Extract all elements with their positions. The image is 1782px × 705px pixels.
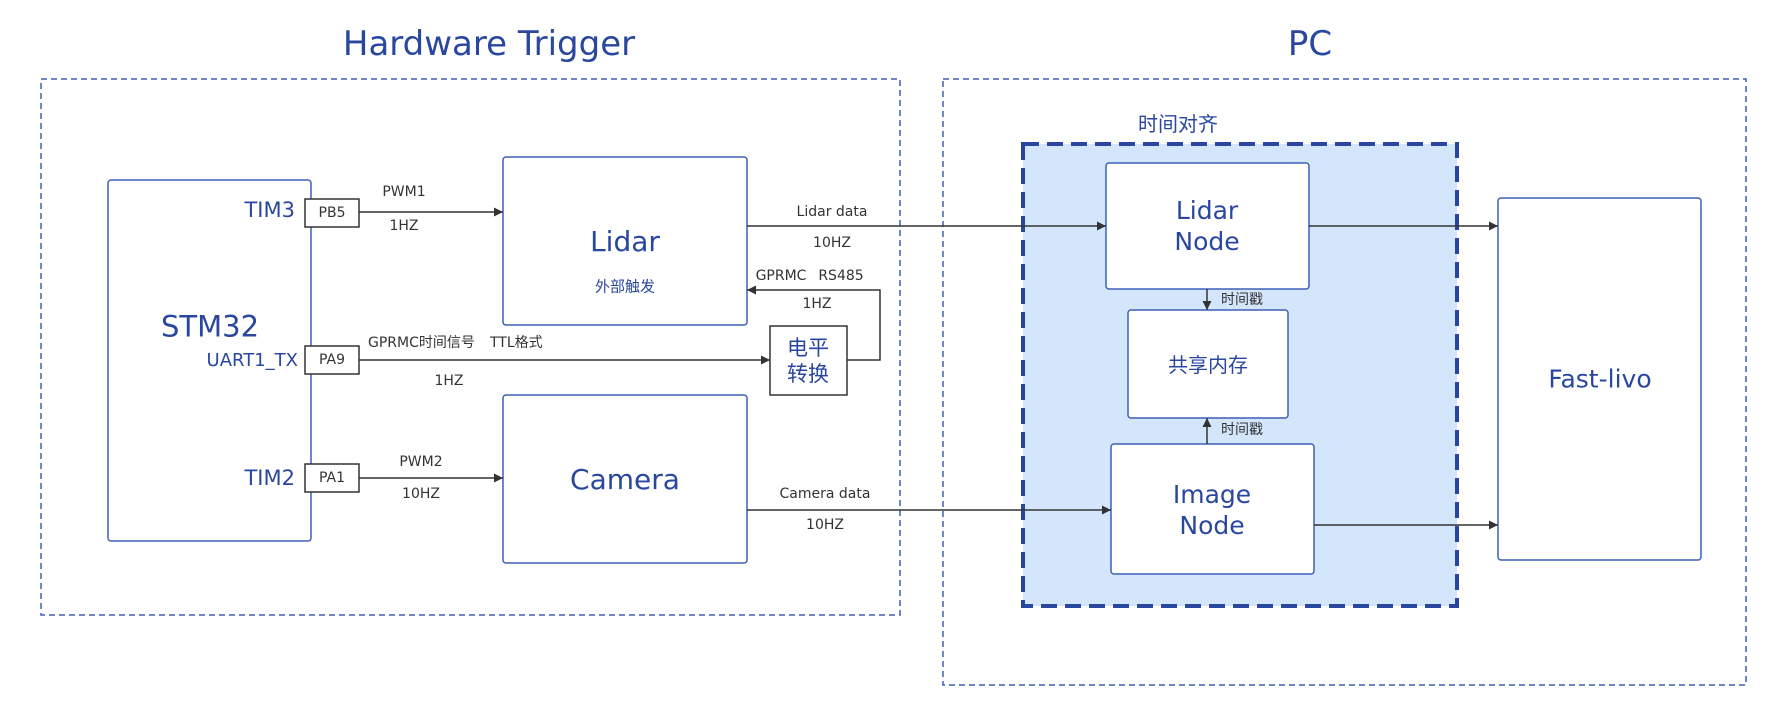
pc-title: PC [1287, 24, 1333, 64]
level-shift-line2: 转换 [787, 362, 829, 386]
timestamp-top-label: 时间戳 [1221, 292, 1263, 308]
pin-pb5: PB5 [318, 205, 346, 221]
camera-data-freq: 10HZ [806, 517, 844, 533]
pwm1-label: PWM1 [382, 184, 426, 200]
gprmc-label: GPRMC [755, 268, 807, 284]
hardware-trigger-title: Hardware Trigger [342, 24, 636, 64]
image-node-line1: Image [1172, 479, 1252, 509]
stm32-label: STM32 [160, 309, 260, 344]
gprmc-signal-label: GPRMC时间信号 [368, 335, 475, 351]
uart1-tx-label: UART1_TX [206, 350, 298, 371]
fast-livo-label: Fast-livo [1548, 364, 1652, 394]
lidar-sublabel: 外部触发 [594, 277, 656, 296]
image-node-line2: Node [1179, 511, 1245, 540]
lidar-label: Lidar [590, 225, 660, 258]
rs485-freq: 1HZ [802, 296, 832, 312]
camera-data-label: Camera data [779, 486, 871, 502]
pwm2-label: PWM2 [399, 454, 443, 470]
tim3-label: TIM3 [244, 198, 295, 222]
diagram: Hardware Trigger PC 时间对齐 STM32 TIM3 UART… [0, 0, 1782, 705]
pin-pa9: PA9 [318, 352, 346, 368]
pwm2-freq: 10HZ [402, 486, 440, 502]
lidar-node-line1: Lidar [1175, 195, 1239, 225]
time-sync-label: 时间对齐 [1138, 112, 1218, 136]
level-shift-line1: 电平 [787, 335, 829, 360]
pwm1-freq: 1HZ [389, 218, 419, 234]
shared-memory-label: 共享内存 [1168, 353, 1248, 377]
camera-label: Camera [570, 463, 680, 496]
tim2-label: TIM2 [244, 466, 295, 490]
lidar-data-label: Lidar data [796, 204, 868, 220]
lidar-node-line2: Node [1174, 227, 1240, 256]
rs485-label: RS485 [818, 268, 864, 284]
gprmc-freq: 1HZ [434, 373, 464, 389]
timestamp-bottom-label: 时间戳 [1221, 422, 1263, 438]
image-node-label: Image Node [1173, 479, 1251, 542]
lidar-node-label: Lidar Node [1174, 195, 1239, 258]
pin-pa1: PA1 [318, 470, 346, 486]
level-shift-label: 电平 转换 [787, 335, 829, 388]
lidar-data-freq: 10HZ [813, 235, 851, 251]
ttl-format-label: TTL格式 [490, 335, 543, 351]
